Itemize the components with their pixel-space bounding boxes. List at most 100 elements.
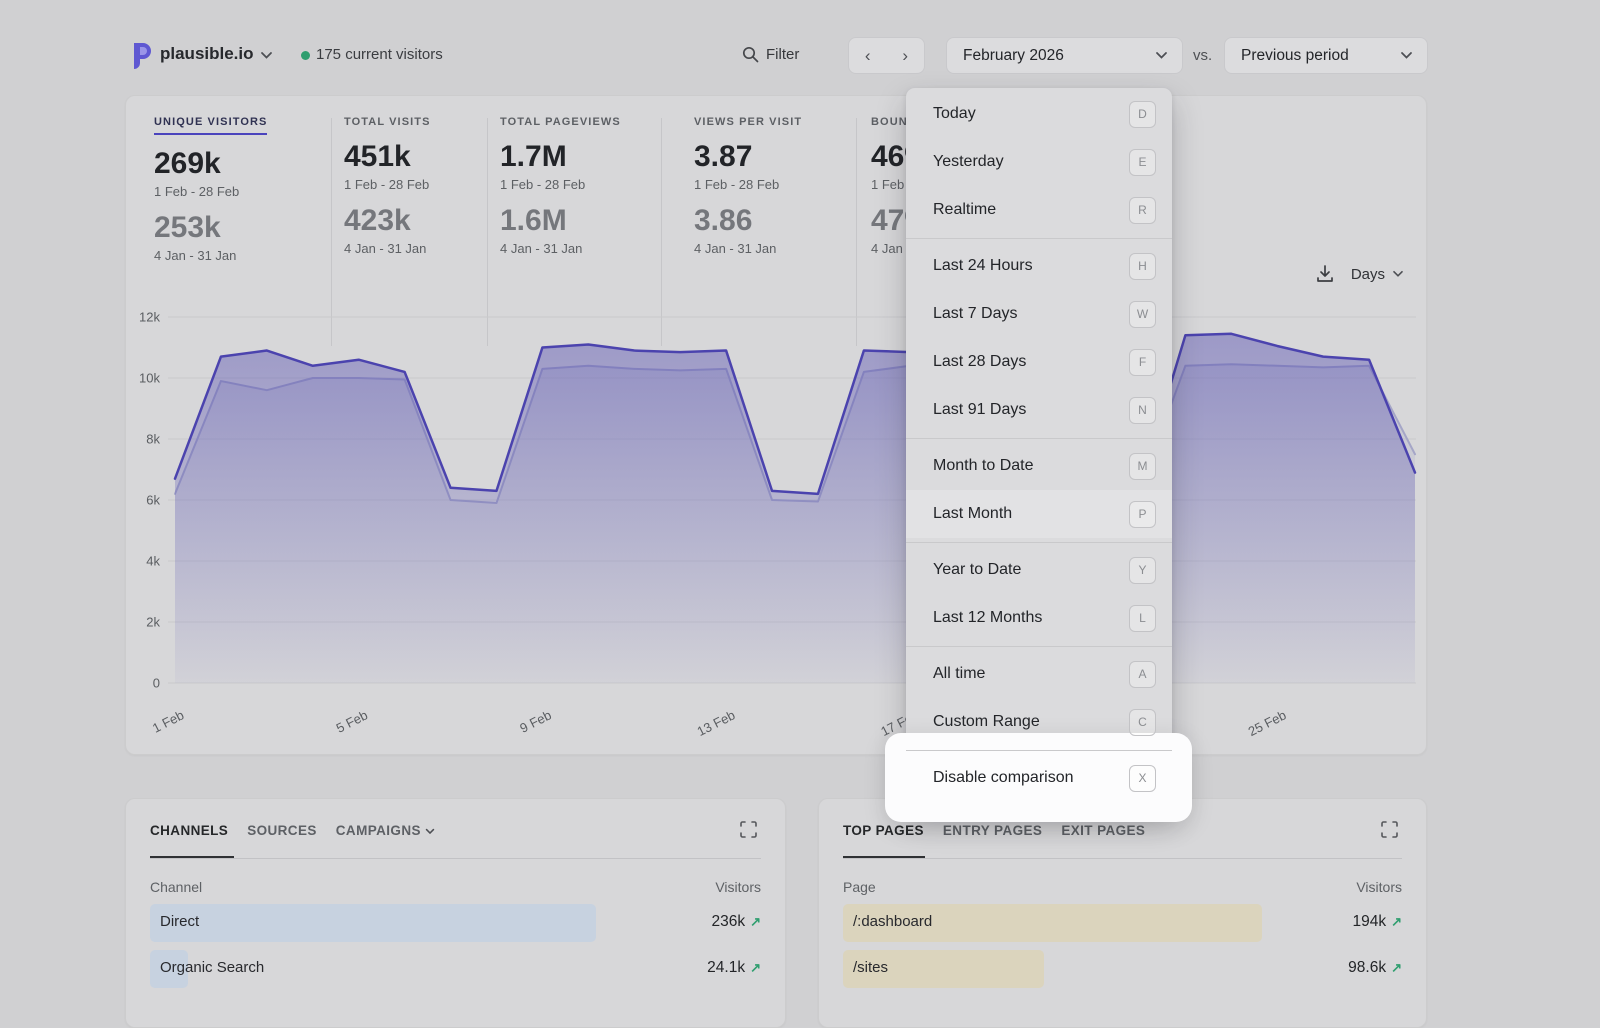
metric-tab[interactable]: VIEWS PER VISIT (694, 116, 802, 128)
trend-up-icon: ↗ (1391, 914, 1402, 929)
menu-item-last-7-days[interactable]: Last 7 Days W (906, 290, 1172, 338)
metric-period: 1 Feb - 28 Feb (154, 184, 267, 199)
metric-unique-visitors: UNIQUE VISITORS 269k 1 Feb - 28 Feb 253k… (154, 116, 267, 263)
table-row[interactable]: /:dashboard 194k↗ (843, 904, 1402, 942)
divider (487, 118, 488, 346)
metric-total-visits: TOTAL VISITS 451k 1 Feb - 28 Feb 423k 4 … (344, 116, 431, 256)
metric-tab[interactable]: UNIQUE VISITORS (154, 116, 267, 135)
expand-icon[interactable] (740, 821, 757, 838)
channel-name[interactable]: Direct (160, 913, 199, 930)
live-visitors-dot-icon (301, 51, 310, 60)
current-visitors-count[interactable]: 175 current visitors (316, 46, 443, 63)
expand-icon[interactable] (1381, 821, 1398, 838)
interval-label: Days (1351, 266, 1385, 283)
page-name[interactable]: /:dashboard (853, 913, 932, 930)
page-visitors: 98.6k↗ (1348, 959, 1402, 977)
metric-value: 451k (344, 140, 431, 174)
vs-label: vs. (1193, 47, 1212, 64)
tab-entry-pages[interactable]: ENTRY PAGES (943, 823, 1042, 838)
metric-prev-period: 4 Jan - 31 Jan (344, 241, 431, 256)
metric-prev-period: 4 Jan - 31 Jan (500, 241, 621, 256)
menu-item-custom-range[interactable]: Custom Range C (906, 698, 1172, 746)
interval-selector[interactable]: Days (1351, 266, 1404, 283)
menu-item-month-to-date[interactable]: Month to Date M (906, 442, 1172, 490)
download-icon[interactable] (1315, 264, 1335, 284)
plausible-logo-icon (130, 42, 154, 70)
table-row[interactable]: Organic Search 24.1k↗ (150, 950, 761, 988)
metric-prev-value: 423k (344, 204, 431, 238)
metric-value: 269k (154, 147, 267, 181)
metric-prev-value: 1.6M (500, 204, 621, 238)
menu-item-last-12-months[interactable]: Last 12 Months L (906, 594, 1172, 642)
tab-sources[interactable]: SOURCES (247, 823, 317, 838)
shortcut-key: A (1129, 661, 1156, 688)
divider (331, 118, 332, 346)
tab-exit-pages[interactable]: EXIT PAGES (1061, 823, 1145, 838)
menu-item-last-28-days[interactable]: Last 28 Days F (906, 338, 1172, 386)
date-range-menu: Today D Yesterday E Realtime R Last 24 H… (906, 88, 1172, 808)
site-name[interactable]: plausible.io (160, 44, 254, 64)
prev-period-arrow[interactable]: ‹ (859, 46, 877, 66)
chart-controls: Days (1315, 264, 1404, 284)
shortcut-key: L (1129, 605, 1156, 632)
menu-item-all-time[interactable]: All time A (906, 650, 1172, 698)
menu-item-disable-comparison[interactable]: Disable comparison X (906, 754, 1172, 802)
page-visitors: 194k↗ (1352, 913, 1402, 931)
divider (150, 858, 761, 859)
divider (906, 238, 1172, 239)
comparison-selector[interactable]: Previous period (1224, 37, 1428, 74)
pages-card: TOP PAGES ENTRY PAGES EXIT PAGES Page Vi… (818, 798, 1427, 1028)
analytics-main-card: UNIQUE VISITORS 269k 1 Feb - 28 Feb 253k… (125, 95, 1427, 755)
trend-up-icon: ↗ (750, 960, 761, 975)
menu-list: Today D Yesterday E Realtime R Last 24 H… (906, 88, 1172, 808)
shortcut-key: X (1129, 765, 1156, 792)
next-period-arrow[interactable]: › (896, 46, 914, 66)
pages-rows: /:dashboard 194k↗ /sites 98.6k↗ (843, 904, 1402, 996)
menu-item-last-month[interactable]: Last Month P (906, 490, 1172, 538)
menu-item-today[interactable]: Today D (906, 90, 1172, 138)
chevron-down-icon[interactable] (260, 51, 273, 60)
channels-tabs: CHANNELS SOURCES CAMPAIGNS (150, 823, 435, 838)
table-row[interactable]: Direct 236k↗ (150, 904, 761, 942)
metric-prev-period: 4 Jan - 31 Jan (694, 241, 802, 256)
col-visitors: Visitors (715, 879, 761, 895)
metric-period: 1 Feb - 28 Feb (694, 177, 802, 192)
table-header: Page Visitors (843, 879, 1402, 895)
row-bar (150, 904, 596, 942)
col-visitors: Visitors (1356, 879, 1402, 895)
table-row[interactable]: /sites 98.6k↗ (843, 950, 1402, 988)
metric-prev-value: 253k (154, 211, 267, 245)
metric-total-pageviews: TOTAL PAGEVIEWS 1.7M 1 Feb - 28 Feb 1.6M… (500, 116, 621, 256)
menu-item-realtime[interactable]: Realtime R (906, 186, 1172, 234)
metric-period: 1 Feb - 28 Feb (500, 177, 621, 192)
page-name[interactable]: /sites (853, 959, 888, 976)
menu-item-last-91-days[interactable]: Last 91 Days N (906, 386, 1172, 434)
menu-item-yesterday[interactable]: Yesterday E (906, 138, 1172, 186)
channels-rows: Direct 236k↗ Organic Search 24.1k↗ (150, 904, 761, 996)
col-channel: Channel (150, 879, 202, 895)
tab-top-pages[interactable]: TOP PAGES (843, 823, 924, 838)
divider (661, 118, 662, 346)
shortcut-key: W (1129, 301, 1156, 328)
metric-tab[interactable]: TOTAL PAGEVIEWS (500, 116, 621, 128)
channel-visitors: 24.1k↗ (707, 959, 761, 977)
divider (906, 750, 1172, 751)
tab-channels[interactable]: CHANNELS (150, 823, 228, 838)
trend-up-icon: ↗ (1391, 960, 1402, 975)
filter-button[interactable]: Filter (742, 46, 799, 63)
trend-up-icon: ↗ (750, 914, 761, 929)
metric-prev-value: 3.86 (694, 204, 802, 238)
metric-views-per-visit: VIEWS PER VISIT 3.87 1 Feb - 28 Feb 3.86… (694, 116, 802, 256)
tab-campaigns[interactable]: CAMPAIGNS (336, 823, 435, 838)
chevron-down-icon (1392, 270, 1404, 278)
menu-item-year-to-date[interactable]: Year to Date Y (906, 546, 1172, 594)
chevron-down-icon (1400, 51, 1413, 60)
shortcut-key: E (1129, 149, 1156, 176)
divider (906, 438, 1172, 439)
shortcut-key: P (1129, 501, 1156, 528)
channel-name[interactable]: Organic Search (160, 959, 264, 976)
metric-tab[interactable]: TOTAL VISITS (344, 116, 431, 128)
chevron-down-icon (1155, 51, 1168, 60)
date-range-selector[interactable]: February 2026 (946, 37, 1183, 74)
menu-item-last-24-hours[interactable]: Last 24 Hours H (906, 242, 1172, 290)
